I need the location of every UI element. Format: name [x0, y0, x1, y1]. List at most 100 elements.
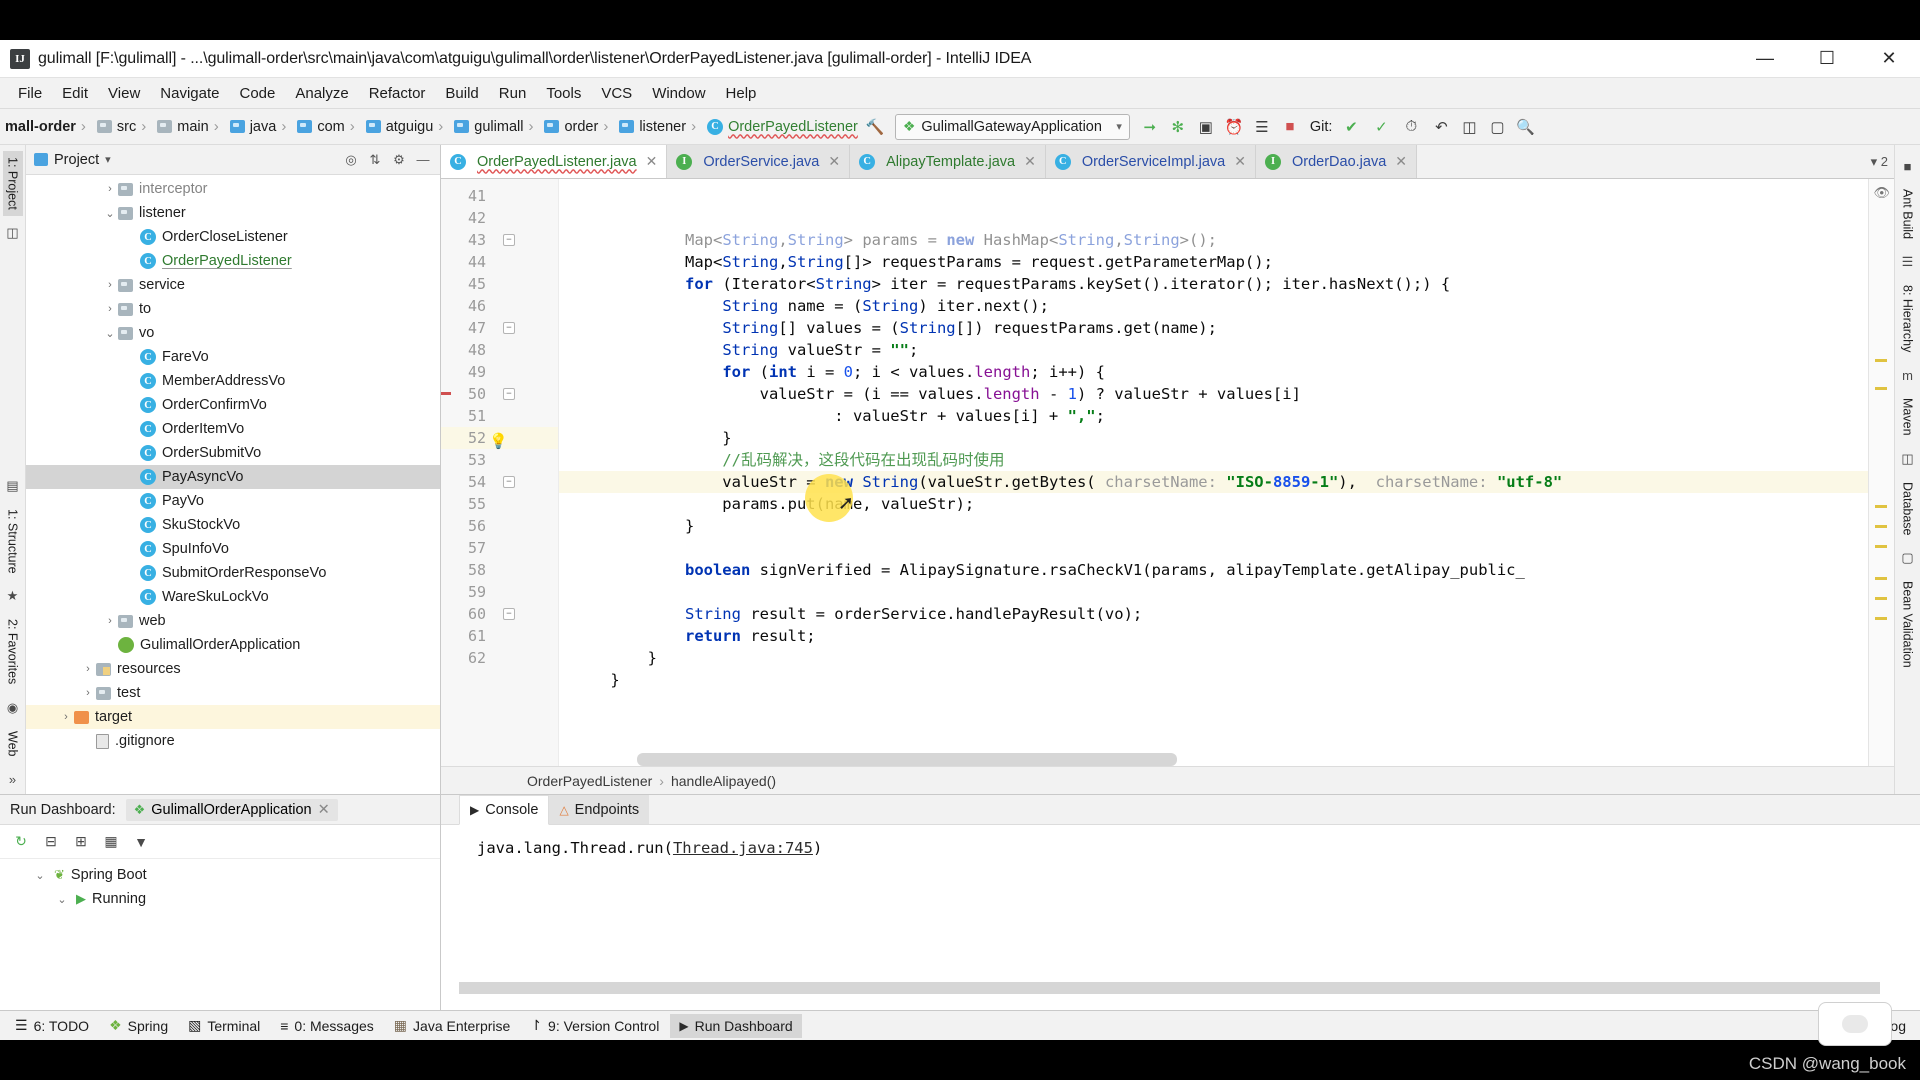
code-line[interactable]: //乱码解决，这段代码在出现乱码时使用 — [559, 449, 1868, 471]
project-tree-item[interactable]: › GulimallOrderApplication — [26, 633, 440, 657]
menu-analyze[interactable]: Analyze — [285, 82, 358, 105]
chevron-right-icon[interactable]: › — [124, 591, 140, 603]
tab-endpoints[interactable]: △ Endpoints — [549, 795, 650, 824]
chevron-right-icon[interactable]: › — [124, 519, 140, 531]
tab-console[interactable]: ▶ Console — [459, 795, 550, 825]
project-tree-item[interactable]: › resources — [26, 657, 440, 681]
gutter-line-number[interactable]: 43− — [441, 229, 558, 251]
git-update-icon[interactable]: ✔ — [1337, 114, 1365, 140]
code-line[interactable]: Map<String,String[]> requestParams = req… — [559, 251, 1868, 273]
status-item-todo[interactable]: ☰ 6: TODO — [6, 1013, 98, 1038]
gutter-line-number[interactable]: 47− — [441, 317, 558, 339]
menu-navigate[interactable]: Navigate — [150, 82, 229, 105]
star-favorites-icon[interactable]: ★ — [4, 587, 22, 605]
run-dashboard-tree-item[interactable]: ⌄ ▶ Running — [0, 887, 440, 911]
gutter-line-number[interactable]: 41 — [441, 185, 558, 207]
code-line[interactable]: boolean signVerified = AlipaySignature.r… — [559, 559, 1868, 581]
gutter-line-number[interactable]: 51 — [441, 405, 558, 427]
gutter-line-number[interactable]: 61 — [441, 625, 558, 647]
project-tree-item[interactable]: › .gitignore — [26, 729, 440, 753]
breadcrumb-class[interactable]: C OrderPayedListener — [704, 118, 861, 135]
profile-icon[interactable]: ⏰ — [1220, 114, 1248, 140]
filter-icon[interactable]: ▼ — [128, 829, 154, 855]
breadcrumb-atguigu[interactable]: atguigu › — [363, 118, 452, 135]
sidebar-item-project[interactable]: 1: Project — [2, 151, 23, 216]
chevron-right-icon[interactable]: › — [124, 255, 140, 267]
fold-icon[interactable]: − — [503, 388, 515, 400]
close-button[interactable]: ✕ — [1858, 40, 1920, 77]
git-rollback-icon[interactable]: ↶ — [1427, 114, 1455, 140]
project-tree-item[interactable]: › interceptor — [26, 177, 440, 201]
project-tree-item[interactable]: › test — [26, 681, 440, 705]
expand-all-icon[interactable]: ⊟ — [38, 829, 64, 855]
close-icon[interactable]: ✕ — [1024, 153, 1036, 170]
gutter-line-number[interactable]: 54− — [441, 471, 558, 493]
code-line[interactable]: Map<String,String> params = new HashMap<… — [559, 229, 1868, 251]
project-tree-item[interactable]: ›C PayVo — [26, 489, 440, 513]
project-tree-item[interactable]: ›C OrderSubmitVo — [26, 441, 440, 465]
editor-tab[interactable]: C OrderServiceImpl.java ✕ — [1045, 145, 1256, 178]
project-tree-item[interactable]: › target — [26, 705, 440, 729]
chevron-right-icon[interactable]: › — [102, 615, 118, 627]
gutter-line-number[interactable]: 49 — [441, 361, 558, 383]
commander-icon[interactable]: ▤ — [4, 477, 22, 495]
menu-run[interactable]: Run — [489, 82, 537, 105]
code-line[interactable]: } — [559, 515, 1868, 537]
gutter-line-number[interactable]: 60− — [441, 603, 558, 625]
code-line[interactable]: : valueStr + values[i] + ","; — [559, 405, 1868, 427]
code-line[interactable]: valueStr = new String(valueStr.getBytes(… — [559, 471, 1868, 493]
assistant-widget[interactable] — [1818, 1002, 1892, 1046]
chevron-right-icon[interactable]: › — [124, 375, 140, 387]
maven-icon[interactable]: m — [1899, 366, 1917, 384]
breadcrumb-src[interactable]: src › — [94, 118, 154, 135]
chevron-down-icon[interactable]: ⌄ — [54, 893, 70, 906]
gutter-line-number[interactable]: 42 — [441, 207, 558, 229]
sidebar-item-structure[interactable]: 1: Structure — [3, 503, 23, 580]
chevron-right-icon[interactable]: › — [80, 663, 96, 675]
project-tree-item[interactable]: ›C PayAsyncVo — [26, 465, 440, 489]
chevron-right-icon[interactable]: › — [102, 639, 118, 651]
status-item-java-enterprise[interactable]: ▦ Java Enterprise — [385, 1013, 520, 1038]
menu-file[interactable]: File — [8, 82, 52, 105]
menu-code[interactable]: Code — [229, 82, 285, 105]
project-tree-item[interactable]: ›C OrderPayedListener — [26, 249, 440, 273]
locate-icon[interactable]: ◎ — [340, 149, 362, 171]
stop-icon[interactable]: ■ — [1276, 114, 1304, 140]
breadcrumb-com[interactable]: com › — [294, 118, 362, 135]
menu-refactor[interactable]: Refactor — [359, 82, 436, 105]
sidebar-item-maven[interactable]: Maven — [1898, 392, 1918, 442]
project-tree-item[interactable]: ⌄ vo — [26, 321, 440, 345]
coverage-icon[interactable]: ▣ — [1192, 114, 1220, 140]
breadcrumb-module[interactable]: mall-order › — [2, 118, 94, 135]
breadcrumb-gulimall[interactable]: gulimall › — [451, 118, 541, 135]
sidebar-item-web[interactable]: Web — [3, 725, 23, 762]
project-tree-item[interactable]: ›C SkuStockVo — [26, 513, 440, 537]
git-commit-icon[interactable]: ✓ — [1367, 114, 1395, 140]
breadcrumb-listener[interactable]: listener › — [616, 118, 704, 135]
run-configuration-selector[interactable]: ❖ GulimallGatewayApplication ▾ — [894, 113, 1130, 140]
settings-gear-icon[interactable]: ⚙ — [388, 149, 410, 171]
chevron-right-icon[interactable]: › — [124, 543, 140, 555]
chevron-right-icon[interactable]: › — [102, 279, 118, 291]
console-output[interactable]: java.lang.Thread.run(Thread.java:745) — [441, 825, 1920, 1010]
chevron-right-icon[interactable]: › — [124, 495, 140, 507]
chevron-right-icon[interactable]: › — [102, 303, 118, 315]
chevron-right-icon[interactable]: › — [102, 183, 118, 195]
gutter-line-number[interactable]: 45 — [441, 273, 558, 295]
code-line[interactable] — [559, 537, 1868, 559]
editor-tab[interactable]: C OrderPayedListener.java ✕ — [441, 145, 668, 178]
eye-inspection-icon[interactable]: 👁 — [1873, 185, 1890, 201]
chevron-down-icon[interactable]: ⌄ — [32, 869, 48, 882]
more-icon[interactable]: » — [4, 770, 22, 788]
minimize-button[interactable]: — — [1734, 40, 1796, 77]
chevron-right-icon[interactable]: › — [80, 735, 96, 747]
editor-tab-overflow[interactable]: ▾ 2 — [1871, 145, 1894, 178]
gutter-line-number[interactable]: 62 — [441, 647, 558, 669]
code-line[interactable]: return result; — [559, 625, 1868, 647]
menu-edit[interactable]: Edit — [52, 82, 98, 105]
breadcrumb-main[interactable]: main › — [154, 118, 226, 135]
database-icon[interactable]: ◫ — [1899, 450, 1917, 468]
code-line[interactable]: valueStr = (i == values.length - 1) ? va… — [559, 383, 1868, 405]
structure-toolbar-icon[interactable]: ◫ — [1455, 114, 1483, 140]
code-line[interactable]: String result = orderService.handlePayRe… — [559, 603, 1868, 625]
